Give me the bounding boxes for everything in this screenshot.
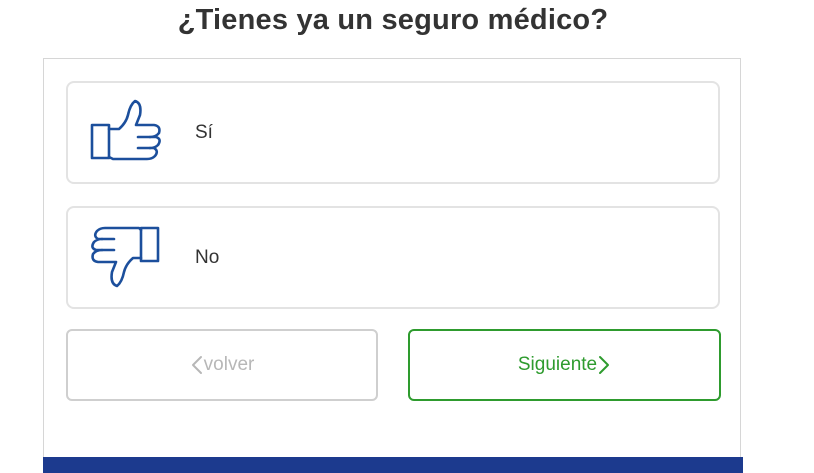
thumbs-down-icon — [90, 224, 162, 290]
chevron-left-icon — [190, 355, 204, 375]
option-no-label: No — [195, 247, 220, 268]
question-card: Sí No volver Siguiente — [43, 58, 741, 473]
back-button[interactable]: volver — [66, 329, 378, 401]
option-no[interactable]: No — [66, 206, 720, 309]
thumbs-up-icon — [90, 99, 162, 165]
option-yes-label: Sí — [195, 122, 213, 143]
footer-bar — [43, 457, 743, 473]
back-button-label: volver — [203, 354, 255, 375]
option-yes[interactable]: Sí — [66, 81, 720, 184]
next-button[interactable]: Siguiente — [408, 329, 721, 401]
next-button-label: Siguiente — [517, 354, 598, 375]
page-title: ¿Tienes ya un seguro médico? — [177, 4, 609, 36]
chevron-right-icon — [597, 355, 611, 375]
